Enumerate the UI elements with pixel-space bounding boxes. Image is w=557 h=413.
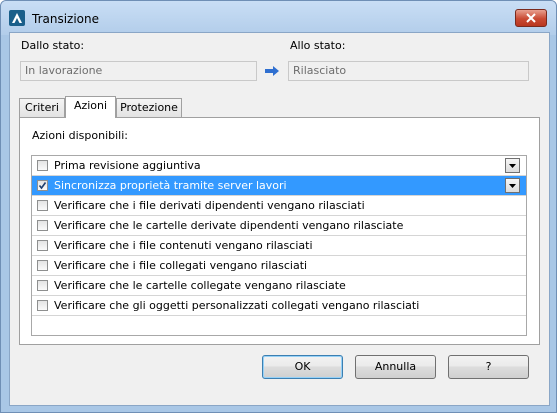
dialog-body: Dallo stato: In lavorazione Allo stato: … bbox=[9, 32, 550, 406]
list-item-label: Verificare che i file collegati vengano … bbox=[54, 259, 308, 272]
tab-criteri[interactable]: Criteri bbox=[19, 98, 65, 117]
checkbox[interactable] bbox=[37, 260, 48, 271]
close-button[interactable] bbox=[515, 9, 547, 27]
tab-protezione[interactable]: Protezione bbox=[116, 98, 182, 117]
list-item[interactable]: Prima revisione aggiuntiva bbox=[32, 156, 526, 176]
list-item[interactable]: Verificare che i file collegati vengano … bbox=[32, 256, 526, 276]
checkmark-icon bbox=[38, 182, 47, 190]
from-state-label: Dallo stato: bbox=[21, 39, 85, 52]
dialog-window: Transizione Dallo stato: In lavorazione … bbox=[0, 0, 557, 413]
tab-panel-azioni: Azioni disponibili: Prima revisione aggi… bbox=[19, 117, 540, 345]
from-state-field: In lavorazione bbox=[20, 61, 257, 81]
list-item-label: Prima revisione aggiuntiva bbox=[54, 159, 201, 172]
list-item[interactable]: Verificare che i file contenuti vengano … bbox=[32, 236, 526, 256]
arrow-right-icon bbox=[265, 66, 279, 76]
checkbox[interactable] bbox=[37, 300, 48, 311]
list-item[interactable]: Verificare che gli oggetti personalizzat… bbox=[32, 296, 526, 316]
list-item[interactable]: Verificare che le cartelle collegate ven… bbox=[32, 276, 526, 296]
actions-heading: Azioni disponibili: bbox=[32, 129, 128, 142]
app-logo-icon bbox=[9, 10, 25, 26]
checkbox[interactable] bbox=[37, 160, 48, 171]
list-item-label: Verificare che le cartelle collegate ven… bbox=[54, 279, 346, 292]
tab-azioni[interactable]: Azioni bbox=[65, 96, 116, 118]
chevron-down-icon bbox=[509, 184, 516, 188]
window-title: Transizione bbox=[32, 12, 100, 26]
to-state-label: Allo stato: bbox=[290, 39, 346, 52]
to-state-field: Rilasciato bbox=[288, 61, 529, 81]
list-item[interactable]: Verificare che i file derivati dipendent… bbox=[32, 196, 526, 216]
checkbox[interactable] bbox=[37, 180, 48, 191]
checkbox[interactable] bbox=[37, 240, 48, 251]
list-item[interactable]: Sincronizza proprietà tramite server lav… bbox=[32, 176, 526, 196]
checkbox[interactable] bbox=[37, 220, 48, 231]
cancel-button[interactable]: Annulla bbox=[355, 355, 436, 379]
title-bar[interactable]: Transizione bbox=[1, 1, 556, 35]
help-button[interactable]: ? bbox=[448, 355, 529, 379]
checkbox[interactable] bbox=[37, 200, 48, 211]
actions-list[interactable]: Prima revisione aggiuntiva Sincronizza p… bbox=[31, 155, 527, 336]
dropdown-button[interactable] bbox=[505, 178, 520, 193]
list-item-label: Sincronizza proprietà tramite server lav… bbox=[54, 179, 287, 192]
list-item-label: Verificare che gli oggetti personalizzat… bbox=[54, 299, 420, 312]
chevron-down-icon bbox=[509, 164, 516, 168]
dropdown-button[interactable] bbox=[505, 158, 520, 173]
list-item-label: Verificare che le cartelle derivate dipe… bbox=[54, 219, 404, 232]
checkbox[interactable] bbox=[37, 280, 48, 291]
list-item-label: Verificare che i file derivati dipendent… bbox=[54, 199, 365, 212]
close-icon bbox=[526, 13, 536, 23]
list-empty-row bbox=[32, 316, 526, 336]
list-item-label: Verificare che i file contenuti vengano … bbox=[54, 239, 313, 252]
ok-button[interactable]: OK bbox=[262, 355, 343, 379]
list-item[interactable]: Verificare che le cartelle derivate dipe… bbox=[32, 216, 526, 236]
